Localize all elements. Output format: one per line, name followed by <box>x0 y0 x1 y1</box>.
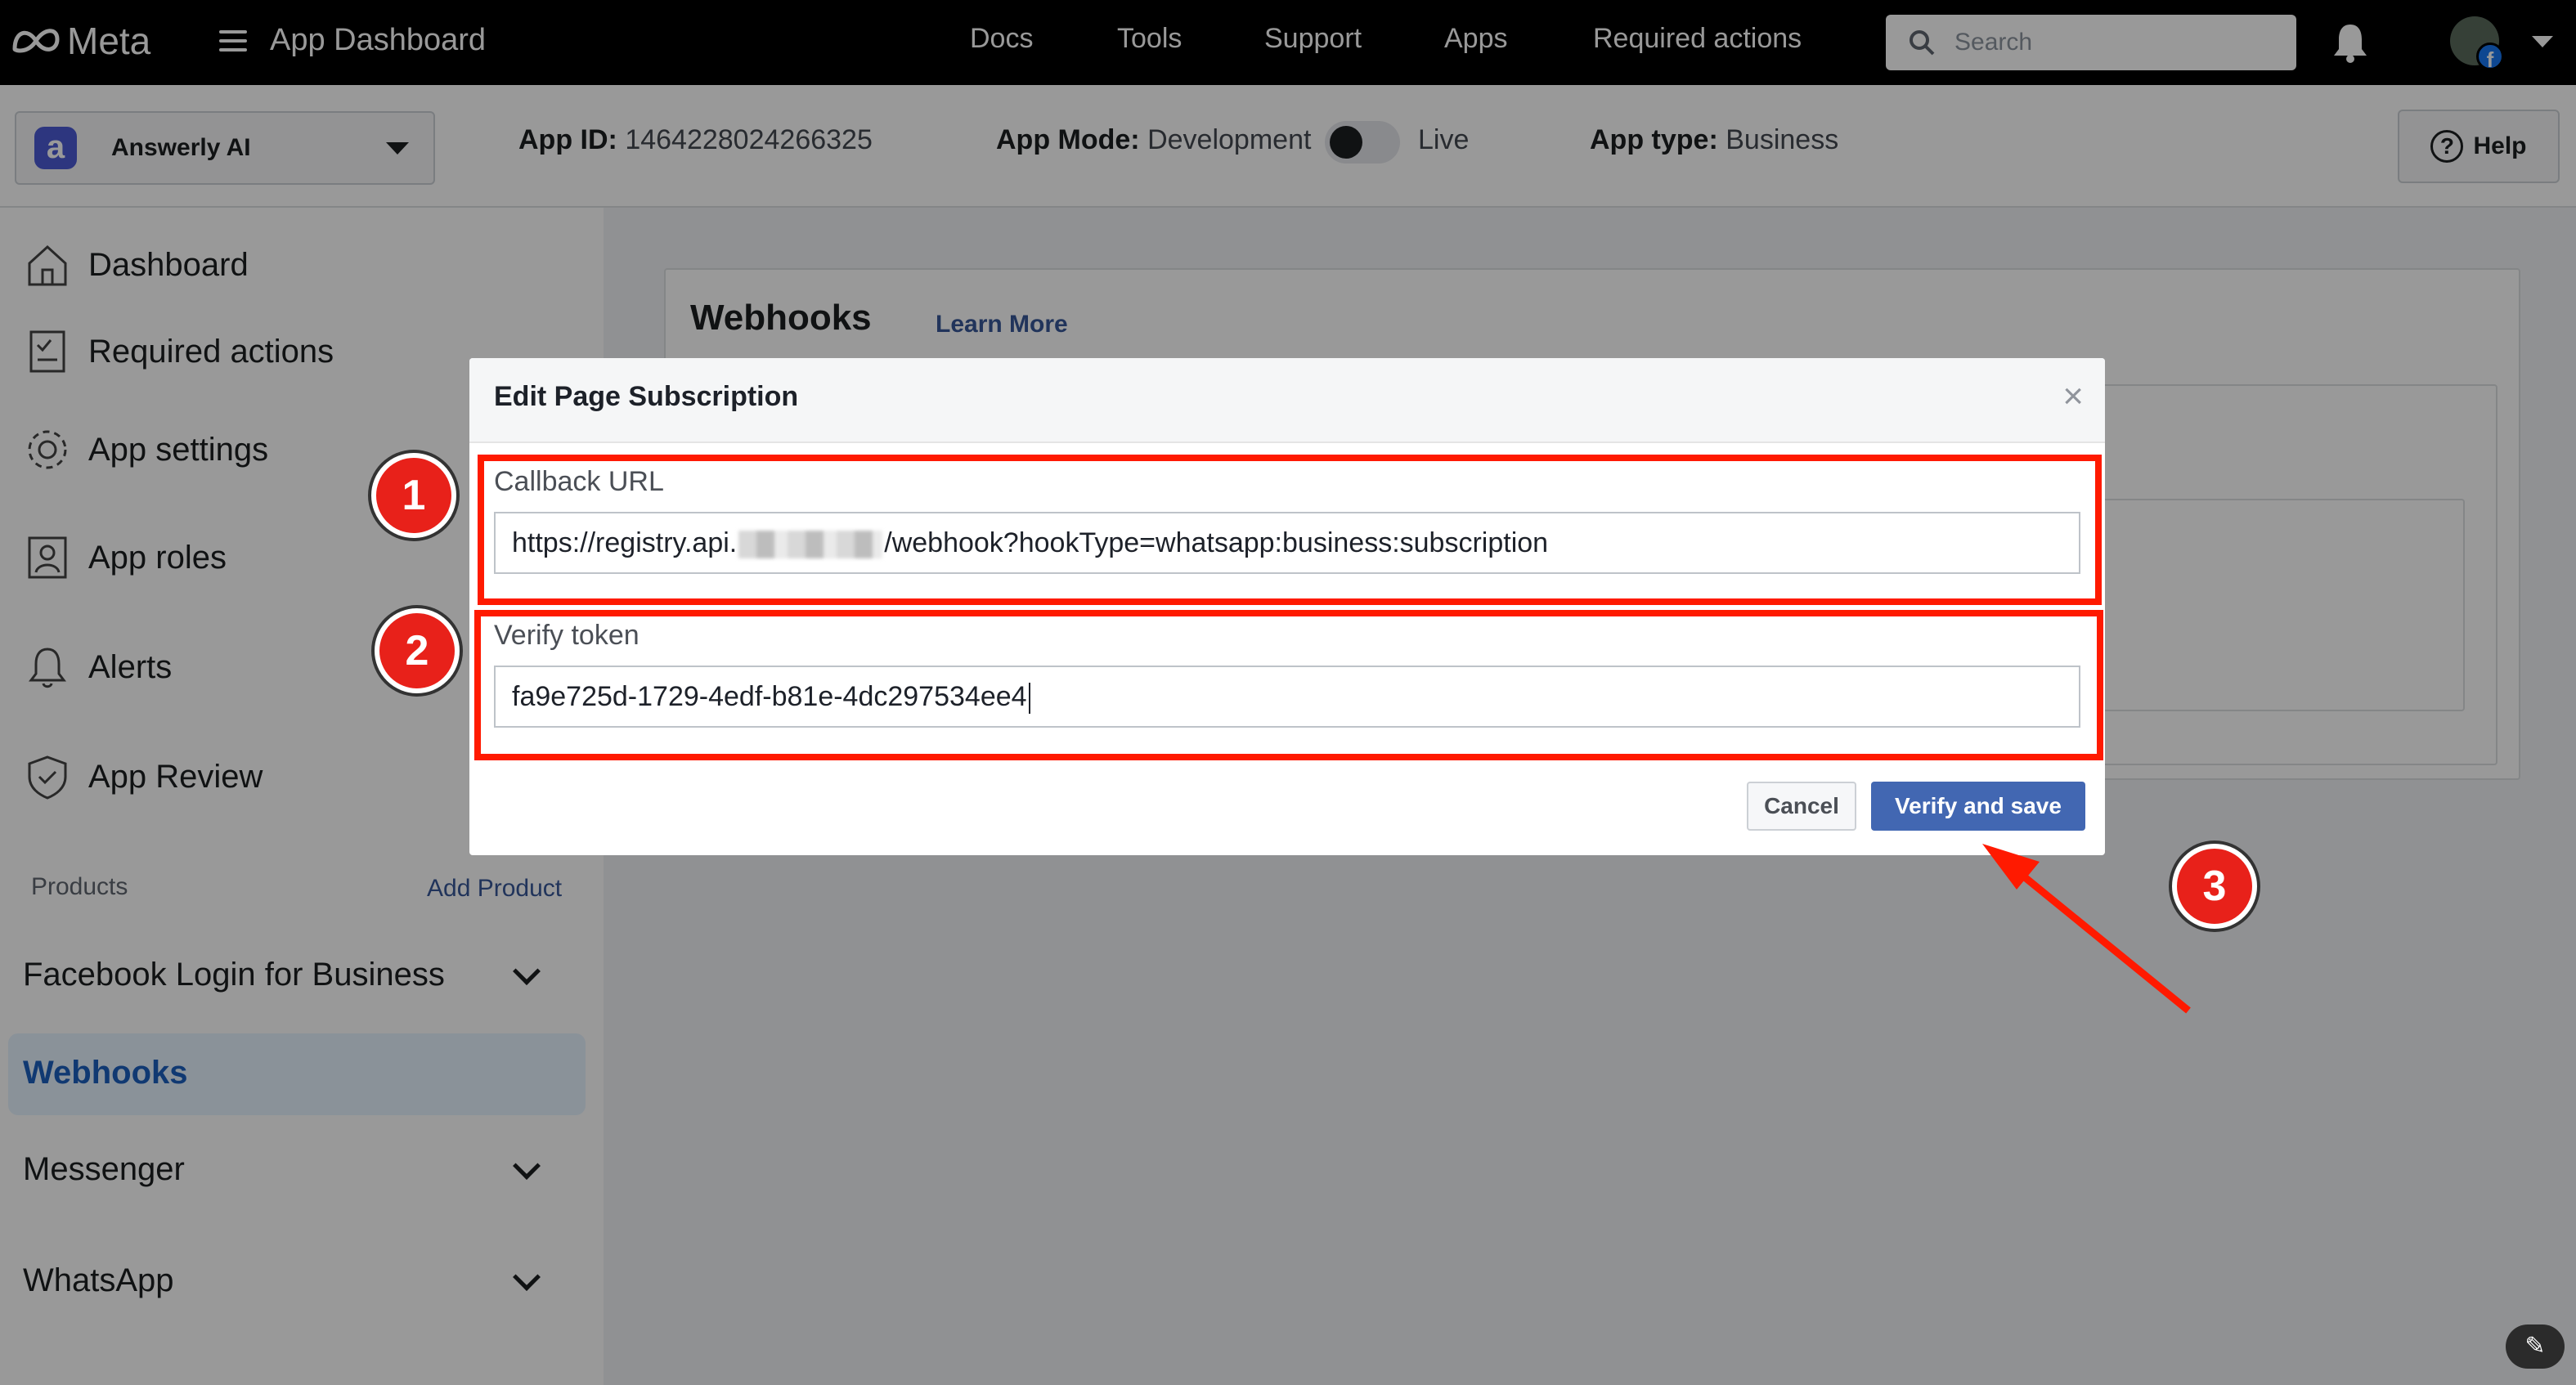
magic-wand-icon[interactable]: ✎ <box>2506 1324 2565 1369</box>
annotation-arrow <box>1982 844 2191 1014</box>
